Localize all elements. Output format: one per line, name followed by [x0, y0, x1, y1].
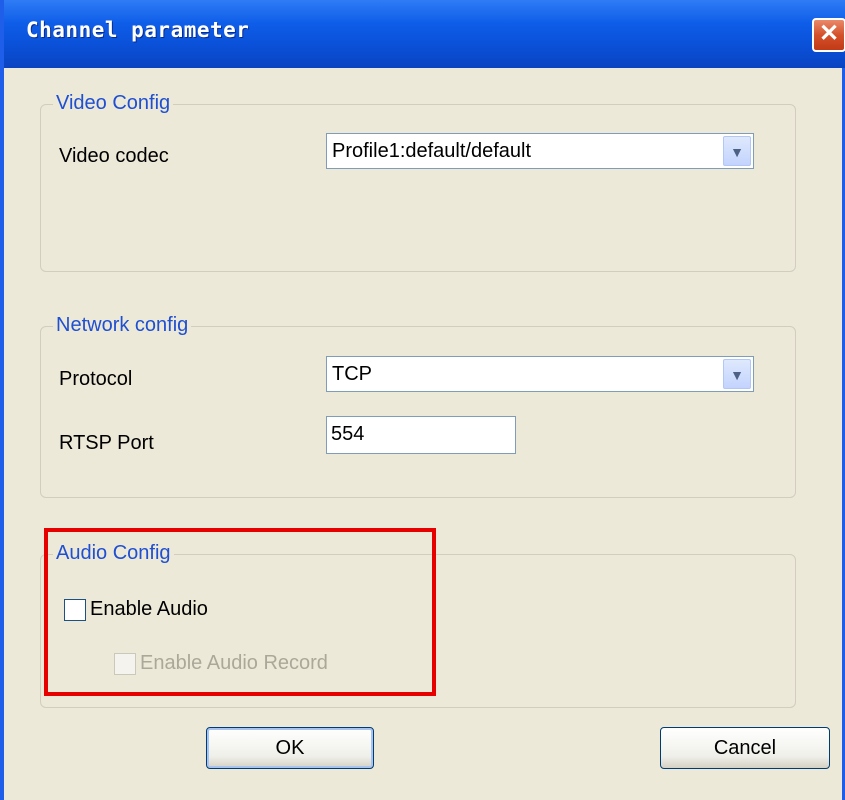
ok-button[interactable]: OK	[206, 727, 374, 769]
dialog-window: Channel parameter ✕ Video Config Video c…	[0, 0, 845, 800]
chevron-down-icon[interactable]: ▼	[723, 359, 751, 389]
rtsp-port-label: RTSP Port	[59, 432, 154, 454]
protocol-label: Protocol	[59, 368, 133, 390]
network-config-legend: Network config	[53, 314, 192, 337]
cancel-button[interactable]: Cancel	[660, 727, 830, 769]
rtsp-port-value: 554	[331, 423, 365, 445]
window-title: Channel parameter	[26, 18, 250, 42]
close-icon: ✕	[818, 20, 840, 47]
video-codec-value: Profile1:default/default	[332, 140, 532, 162]
video-codec-select[interactable]: Profile1:default/default ▼	[326, 133, 754, 169]
network-config-group: Network config	[40, 314, 796, 498]
rtsp-port-input[interactable]: 554	[326, 416, 516, 454]
close-button[interactable]: ✕	[812, 18, 845, 52]
title-bar[interactable]: Channel parameter ✕	[4, 0, 845, 68]
video-config-legend: Video Config	[53, 92, 174, 115]
chevron-down-icon[interactable]: ▼	[723, 136, 751, 166]
protocol-select[interactable]: TCP ▼	[326, 356, 754, 392]
video-codec-label: Video codec	[59, 145, 169, 167]
video-config-group: Video Config	[40, 92, 796, 272]
highlight-box	[44, 528, 436, 696]
protocol-value: TCP	[332, 363, 372, 385]
